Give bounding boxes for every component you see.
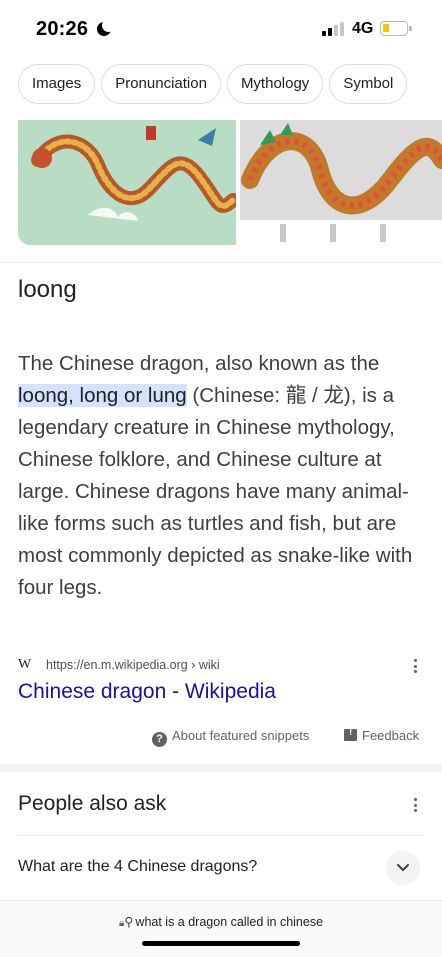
feedback-label: Feedback	[362, 728, 420, 743]
filter-chips: Images Pronunciation Mythology Symbol	[0, 64, 442, 108]
url-text: 🔒︎⚲ what is a dragon called in chinese	[0, 914, 442, 929]
section-divider	[0, 764, 442, 772]
about-featured-snippets[interactable]: ? About featured snippets	[152, 728, 309, 747]
image-strip	[18, 120, 442, 245]
dragon-painting-image[interactable]	[18, 120, 236, 245]
dragon-statue-image[interactable]	[240, 120, 442, 245]
chip-mythology[interactable]: Mythology	[226, 64, 324, 104]
feedback-button[interactable]: Feedback	[344, 727, 420, 743]
chevron-down-icon	[397, 864, 409, 872]
feedback-icon	[344, 727, 357, 741]
snippet-text: The Chinese dragon, also known as the lo…	[18, 348, 428, 604]
browser-url-bar[interactable]: 🔒︎⚲ what is a dragon called in chinese	[0, 900, 442, 957]
more-options-icon[interactable]	[414, 659, 418, 676]
moon-icon	[97, 19, 115, 36]
paa-question[interactable]: What are the 4 Chinese dragons?	[18, 858, 257, 876]
address-text: what is a dragon called in chinese	[135, 915, 324, 929]
snippet-text-end: (Chinese: 龍 / 龙), is a legendary creatur…	[18, 384, 413, 599]
network-type: 4G	[352, 20, 374, 37]
battery-icon	[380, 21, 412, 36]
expand-question-button[interactable]	[386, 851, 420, 885]
snippet-meta: ? About featured snippets Feedback	[0, 727, 442, 748]
search-icon: ⚲	[124, 915, 134, 929]
help-icon: ?	[152, 732, 167, 747]
result-title-link[interactable]: Chinese dragon - Wikipedia	[18, 680, 276, 704]
home-indicator[interactable]	[142, 941, 300, 946]
divider	[0, 262, 442, 263]
paa-more-options-icon[interactable]	[414, 798, 418, 815]
chip-symbol[interactable]: Symbol	[329, 64, 408, 104]
snippet-text-start: The Chinese dragon, also known as the	[18, 352, 380, 375]
people-also-ask-title: People also ask	[18, 792, 167, 815]
wikipedia-icon: W	[18, 657, 32, 672]
about-label: About featured snippets	[172, 728, 310, 743]
source-row: W https://en.m.wikipedia.org › wiki	[18, 657, 428, 675]
snippet-heading: loong	[18, 276, 77, 303]
chip-pronunciation[interactable]: Pronunciation	[101, 64, 221, 104]
divider	[18, 835, 424, 836]
signal-icon	[322, 22, 348, 36]
snippet-highlight: loong, long or lung	[18, 384, 187, 407]
status-bar: 20:26 4G	[0, 0, 442, 60]
chip-images[interactable]: Images	[18, 64, 96, 104]
status-time: 20:26	[36, 18, 89, 40]
source-url[interactable]: https://en.m.wikipedia.org › wiki	[46, 658, 220, 672]
